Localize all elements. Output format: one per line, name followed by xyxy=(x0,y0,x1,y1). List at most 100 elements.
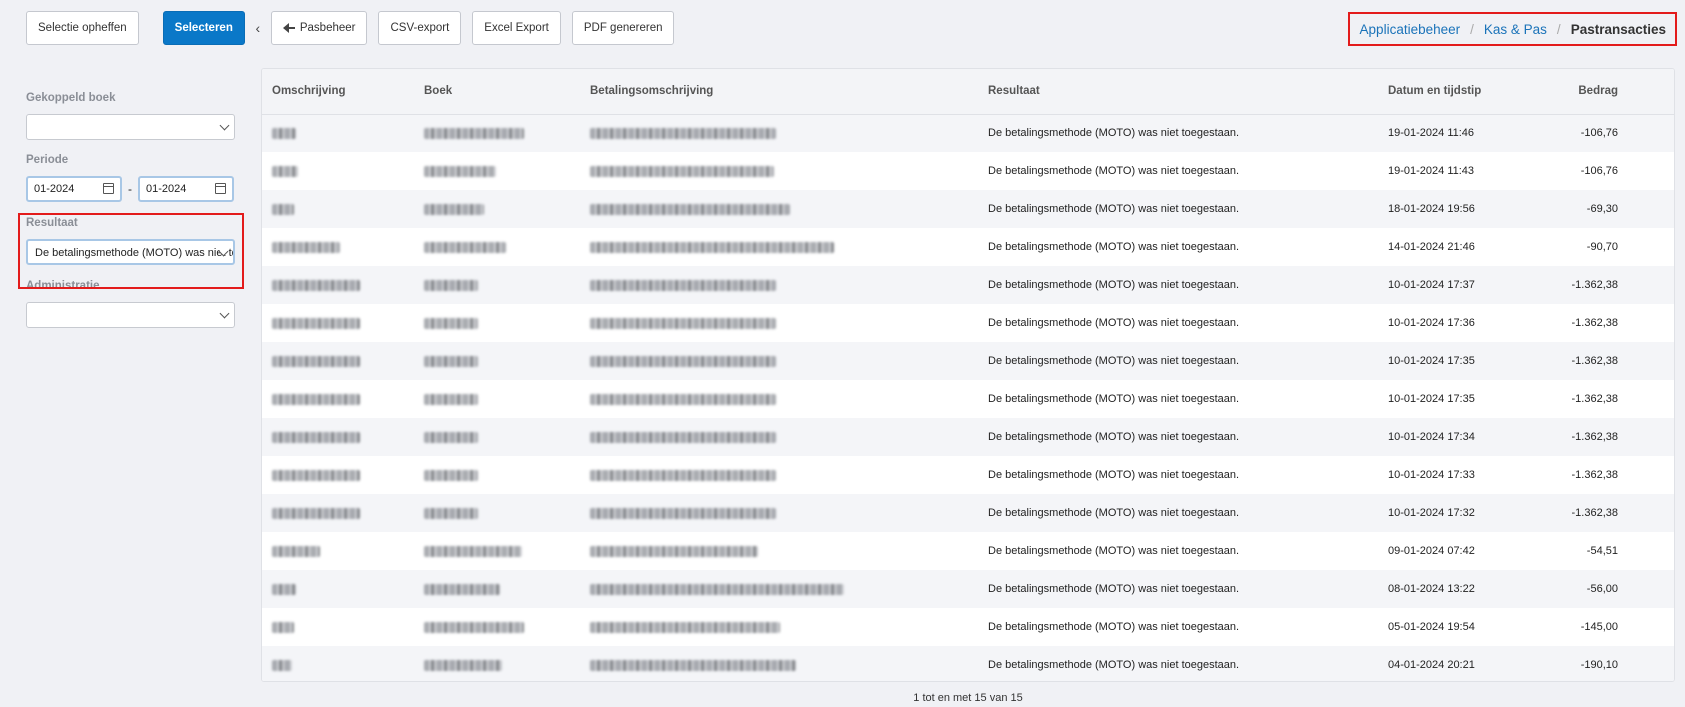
column-header-result[interactable]: Resultaat xyxy=(978,69,1378,115)
clear-selection-button[interactable]: Selectie opheffen xyxy=(26,11,139,45)
cell-datetime: 19-01-2024 11:43 xyxy=(1378,152,1542,190)
table-row[interactable]: De betalingsmethode (MOTO) was niet toeg… xyxy=(262,570,1674,608)
redacted-text xyxy=(424,583,500,595)
redacted-text xyxy=(424,393,478,405)
back-pasbeheer-button[interactable]: Pasbeheer xyxy=(270,11,368,45)
redacted-text xyxy=(424,545,522,557)
cell-description xyxy=(262,380,414,418)
redacted-text xyxy=(424,165,496,177)
chevron-left-icon[interactable]: ‹ xyxy=(245,20,271,36)
cell-book xyxy=(414,380,580,418)
cell-book xyxy=(414,342,580,380)
cell-description xyxy=(262,228,414,266)
chevron-down-icon xyxy=(219,120,230,131)
table-row[interactable]: De betalingsmethode (MOTO) was niet toeg… xyxy=(262,152,1674,190)
pdf-generate-button[interactable]: PDF genereren xyxy=(571,11,675,45)
cell-description xyxy=(262,608,414,646)
table-header-row: Omschrijving Boek Betalingsomschrijving … xyxy=(262,69,1674,115)
column-header-datetime[interactable]: Datum en tijdstip xyxy=(1378,69,1542,115)
table-row[interactable]: De betalingsmethode (MOTO) was niet toeg… xyxy=(262,266,1674,304)
table-row[interactable]: De betalingsmethode (MOTO) was niet toeg… xyxy=(262,646,1674,681)
cell-description xyxy=(262,190,414,228)
cell-datetime: 19-01-2024 11:46 xyxy=(1378,114,1542,152)
result-filter-highlight xyxy=(18,213,244,289)
csv-export-button[interactable]: CSV-export xyxy=(378,11,462,45)
table-row[interactable]: De betalingsmethode (MOTO) was niet toeg… xyxy=(262,456,1674,494)
cell-book xyxy=(414,190,580,228)
cell-payment-description xyxy=(580,380,978,418)
redacted-text xyxy=(272,507,360,519)
cell-description xyxy=(262,304,414,342)
cell-book xyxy=(414,456,580,494)
cell-amount: -69,30 xyxy=(1542,190,1674,228)
book-select[interactable] xyxy=(26,114,235,140)
breadcrumb-kas-pas[interactable]: Kas & Pas xyxy=(1484,22,1547,37)
redacted-text xyxy=(424,317,478,329)
cell-result: De betalingsmethode (MOTO) was niet toeg… xyxy=(978,646,1378,681)
redacted-text xyxy=(272,621,294,633)
redacted-text xyxy=(424,621,524,633)
redacted-text xyxy=(590,583,844,595)
redacted-text xyxy=(272,203,294,215)
table-row[interactable]: De betalingsmethode (MOTO) was niet toeg… xyxy=(262,532,1674,570)
cell-description xyxy=(262,532,414,570)
date-to-input[interactable]: 01-2024 xyxy=(138,176,234,202)
cell-amount: -1.362,38 xyxy=(1542,380,1674,418)
table-row[interactable]: De betalingsmethode (MOTO) was niet toeg… xyxy=(262,608,1674,646)
table-row[interactable]: De betalingsmethode (MOTO) was niet toeg… xyxy=(262,228,1674,266)
select-button[interactable]: Selecteren xyxy=(162,11,245,45)
cell-description xyxy=(262,418,414,456)
cell-payment-description xyxy=(580,532,978,570)
administration-select[interactable] xyxy=(26,302,235,328)
excel-export-button[interactable]: Excel Export xyxy=(472,11,561,45)
calendar-icon[interactable] xyxy=(103,183,114,194)
table-row[interactable]: De betalingsmethode (MOTO) was niet toeg… xyxy=(262,380,1674,418)
table-row[interactable]: De betalingsmethode (MOTO) was niet toeg… xyxy=(262,418,1674,456)
column-header-description[interactable]: Omschrijving xyxy=(262,69,414,115)
cell-result: De betalingsmethode (MOTO) was niet toeg… xyxy=(978,608,1378,646)
pagination-info: 1 tot en met 15 van 15 xyxy=(913,692,1023,704)
redacted-text xyxy=(272,355,360,367)
cell-payment-description xyxy=(580,608,978,646)
column-header-book[interactable]: Boek xyxy=(414,69,580,115)
cell-result: De betalingsmethode (MOTO) was niet toeg… xyxy=(978,570,1378,608)
cell-amount: -90,70 xyxy=(1542,228,1674,266)
cell-description xyxy=(262,494,414,532)
redacted-text xyxy=(590,621,780,633)
transactions-table: Omschrijving Boek Betalingsomschrijving … xyxy=(262,69,1674,681)
cell-book xyxy=(414,494,580,532)
cell-description xyxy=(262,342,414,380)
cell-payment-description xyxy=(580,228,978,266)
redacted-text xyxy=(272,431,360,443)
table-row[interactable]: De betalingsmethode (MOTO) was niet toeg… xyxy=(262,494,1674,532)
redacted-text xyxy=(590,355,776,367)
table-row[interactable]: De betalingsmethode (MOTO) was niet toeg… xyxy=(262,190,1674,228)
table-row[interactable]: De betalingsmethode (MOTO) was niet toeg… xyxy=(262,114,1674,152)
cell-amount: -190,10 xyxy=(1542,646,1674,681)
table-row[interactable]: De betalingsmethode (MOTO) was niet toeg… xyxy=(262,304,1674,342)
cell-payment-description xyxy=(580,266,978,304)
redacted-text xyxy=(272,165,298,177)
calendar-icon[interactable] xyxy=(215,183,226,194)
column-header-payment-description[interactable]: Betalingsomschrijving xyxy=(580,69,978,115)
redacted-text xyxy=(424,507,478,519)
period-filter-label: Periode xyxy=(26,154,69,166)
cell-book xyxy=(414,532,580,570)
cell-amount: -1.362,38 xyxy=(1542,418,1674,456)
redacted-text xyxy=(590,279,776,291)
cell-amount: -1.362,38 xyxy=(1542,266,1674,304)
cell-result: De betalingsmethode (MOTO) was niet toeg… xyxy=(978,532,1378,570)
date-from-input[interactable]: 01-2024 xyxy=(26,176,122,202)
redacted-text xyxy=(272,659,292,671)
breadcrumb-applicatiebeheer[interactable]: Applicatiebeheer xyxy=(1360,22,1461,37)
cell-amount: -1.362,38 xyxy=(1542,342,1674,380)
cell-datetime: 10-01-2024 17:35 xyxy=(1378,380,1542,418)
table-row[interactable]: De betalingsmethode (MOTO) was niet toeg… xyxy=(262,342,1674,380)
column-header-amount[interactable]: Bedrag xyxy=(1542,69,1674,115)
redacted-text xyxy=(424,241,506,253)
redacted-text xyxy=(590,317,776,329)
cell-datetime: 10-01-2024 17:36 xyxy=(1378,304,1542,342)
cell-book xyxy=(414,114,580,152)
cell-book xyxy=(414,228,580,266)
redacted-text xyxy=(590,165,774,177)
